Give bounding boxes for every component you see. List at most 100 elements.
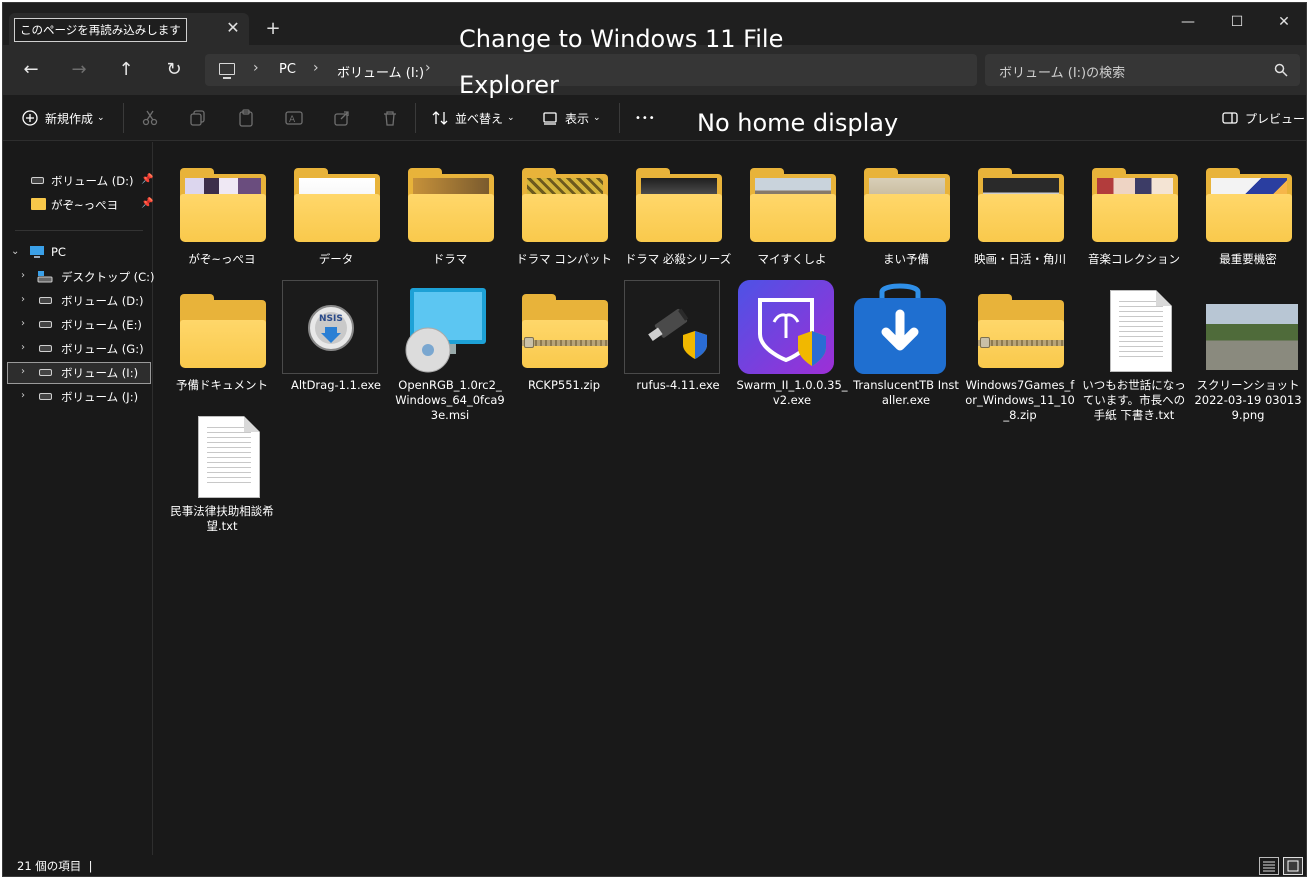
sidebar-item-drive-j[interactable]: › ボリューム (J:) (7, 386, 151, 408)
drive-icon (39, 393, 52, 400)
chevron-right-icon[interactable]: › (21, 294, 25, 305)
folder-item[interactable]: ドラマ 必殺シリーズ (622, 154, 734, 294)
file-item[interactable]: rufus-4.11.exe (622, 280, 734, 420)
sidebar-item-label: ボリューム (G:) (61, 342, 144, 356)
item-label: RCKP551.zip (527, 378, 601, 392)
file-item[interactable]: Windows7Games_for_Windows_11_10_8.zip (964, 280, 1076, 422)
file-item[interactable]: TranslucentTB Installer.exe (850, 280, 962, 420)
large-icons-view-button[interactable] (1283, 857, 1303, 875)
cut-button[interactable] (141, 105, 165, 131)
item-label: まい予備 (883, 252, 929, 266)
item-label: 予備ドキュメント (176, 378, 268, 392)
pin-icon: 📌 (141, 174, 154, 185)
file-item[interactable]: スクリーンショット 2022-03-19 030139.png (1192, 280, 1304, 422)
preview-button[interactable]: プレビュー (1221, 105, 1305, 131)
item-label: Windows7Games_for_Windows_11_10_8.zip (965, 378, 1075, 422)
scissors-icon (142, 110, 158, 126)
file-item[interactable]: 民事法律扶助相談希望.txt (166, 406, 278, 546)
paste-button[interactable] (237, 105, 261, 131)
copy-button[interactable] (189, 105, 213, 131)
text-file-icon (1092, 290, 1178, 374)
tab-close-icon[interactable]: ✕ (223, 18, 243, 38)
folder-item[interactable]: まい予備 (850, 154, 962, 294)
tab-tooltip: このページを再読み込みします (14, 18, 187, 42)
sidebar-item-label: ボリューム (J:) (61, 390, 139, 404)
sidebar-item-drive-i[interactable]: › ボリューム (I:) (7, 362, 151, 384)
details-view-button[interactable] (1259, 857, 1279, 875)
new-tab-button[interactable]: + (261, 17, 285, 41)
search-box[interactable]: ボリューム (I:)の検索 (985, 54, 1300, 86)
folder-item[interactable]: 音楽コレクション (1078, 154, 1190, 294)
breadcrumb-chevron-icon[interactable]: › (253, 60, 259, 76)
toolbar-divider (619, 103, 620, 133)
sidebar-item-drive-g[interactable]: › ボリューム (G:) (7, 338, 151, 360)
pc-icon (219, 63, 235, 79)
svg-text:A: A (289, 115, 296, 125)
maximize-button[interactable]: ☐ (1214, 7, 1260, 37)
sidebar-item-pinned-folder[interactable]: がぞ~っぺヨ 📌 (7, 194, 153, 216)
toolbar-divider (123, 103, 124, 133)
folder-item[interactable]: 最重要機密 (1192, 154, 1304, 294)
usb-drive-icon (624, 280, 722, 374)
file-item[interactable]: Swarm_II_1.0.0.35_v2.exe (736, 280, 848, 420)
command-bar: 新規作成 ⌄ A 並べ替え ⌄ 表示 ⌄ ••• プレビュー (3, 95, 1306, 141)
folder-icon (294, 164, 380, 248)
folder-item[interactable]: ドラマ コンパット (508, 154, 620, 294)
new-label: 新規作成 (45, 111, 94, 126)
up-button[interactable]: ↑ (112, 57, 140, 83)
sort-icon (432, 111, 448, 125)
item-label: スクリーンショット 2022-03-19 030139.png (1194, 378, 1302, 422)
nsis-installer-icon: NSIS (282, 280, 380, 374)
sidebar-item-drive-d[interactable]: › ボリューム (D:) (7, 290, 151, 312)
new-button[interactable]: 新規作成 ⌄ (21, 105, 105, 131)
chevron-right-icon[interactable]: › (21, 342, 25, 353)
chevron-right-icon[interactable]: › (21, 366, 25, 377)
breadcrumb-pc[interactable]: PC (279, 62, 296, 77)
sidebar-item-drive-c[interactable]: › デスクトップ (C:) (7, 266, 155, 288)
swarm-app-icon (738, 280, 836, 374)
rename-icon: A (285, 111, 303, 125)
sidebar-item-pc[interactable]: ⌄ PC (7, 242, 151, 264)
pc-icon (30, 246, 44, 258)
folder-icon (1092, 164, 1178, 248)
delete-button[interactable] (381, 105, 405, 131)
address-bar[interactable]: › PC › ボリューム (I:) › (205, 54, 977, 86)
breadcrumb-chevron-icon[interactable]: › (313, 60, 319, 76)
folder-icon (180, 290, 266, 374)
folder-item[interactable]: がぞ~っぺヨ (166, 154, 278, 294)
tab-current[interactable]: このページを再読み込みします ✕ (9, 13, 249, 45)
file-item[interactable]: NSIS AltDrag-1.1.exe (280, 280, 392, 420)
back-button[interactable]: ← (17, 57, 45, 83)
breadcrumb-chevron-icon[interactable]: › (425, 60, 431, 76)
sidebar-item-pinned-volume-d[interactable]: ボリューム (D:) 📌 (7, 170, 154, 192)
annotation-line-3: No home display (697, 109, 899, 137)
minimize-button[interactable]: — (1165, 7, 1211, 37)
sidebar-item-drive-e[interactable]: › ボリューム (E:) (7, 314, 151, 336)
refresh-button[interactable]: ↻ (160, 57, 188, 83)
file-item[interactable]: いつもお世話になっています。市長への手紙 下書き.txt (1078, 280, 1190, 422)
share-button[interactable] (333, 105, 357, 131)
item-label: ドラマ (432, 252, 468, 266)
rename-button[interactable]: A (285, 105, 309, 131)
folder-item[interactable]: マイすくしよ (736, 154, 848, 294)
chevron-down-icon[interactable]: ⌄ (11, 246, 19, 257)
folder-item[interactable]: データ (280, 154, 392, 294)
forward-button[interactable]: → (65, 57, 93, 83)
search-icon[interactable] (1274, 63, 1288, 77)
breadcrumb-volume-i[interactable]: ボリューム (I:) (337, 62, 424, 81)
chevron-right-icon[interactable]: › (21, 390, 25, 401)
sidebar-item-label: ボリューム (E:) (61, 318, 142, 332)
folder-icon (978, 164, 1064, 248)
chevron-right-icon[interactable]: › (21, 270, 25, 281)
folder-item[interactable]: 予備ドキュメント (166, 280, 278, 420)
chevron-right-icon[interactable]: › (21, 318, 25, 329)
file-item[interactable]: OpenRGB_1.0rc2_Windows_64_0fca93e.msi (394, 280, 506, 422)
file-item[interactable]: RCKP551.zip (508, 280, 620, 420)
folder-item[interactable]: 映画・日活・角川 (964, 154, 1076, 294)
sort-button[interactable]: 並べ替え ⌄ (431, 105, 515, 131)
view-button[interactable]: 表示 ⌄ (541, 105, 601, 131)
folder-item[interactable]: ドラマ (394, 154, 506, 294)
sidebar-item-label: PC (51, 245, 66, 259)
close-window-button[interactable]: ✕ (1261, 7, 1306, 37)
more-options-button[interactable]: ••• (635, 105, 656, 131)
